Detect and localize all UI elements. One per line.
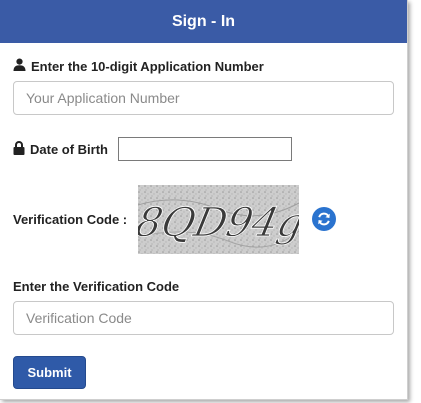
user-icon	[13, 58, 26, 74]
captcha-refresh-button[interactable]	[312, 207, 336, 231]
captcha-svg: 8QD94g	[138, 185, 299, 254]
lock-icon	[13, 140, 25, 158]
date-of-birth-input[interactable]	[118, 137, 292, 161]
verification-code-label: Verification Code :	[13, 211, 128, 227]
sign-in-header: Sign - In	[0, 0, 407, 43]
date-of-birth-label: Date of Birth	[30, 141, 108, 157]
captcha-text: 8QD94g	[138, 198, 299, 245]
application-number-label-row: Enter the 10-digit Application Number	[13, 58, 264, 74]
enter-verification-code-label: Enter the Verification Code	[13, 278, 180, 294]
verification-code-input[interactable]	[13, 301, 394, 335]
page-title: Sign - In	[171, 12, 236, 30]
application-number-input[interactable]	[13, 81, 394, 115]
captcha-image: 8QD94g	[138, 185, 299, 254]
enter-verification-code-label-row: Enter the Verification Code	[13, 278, 179, 294]
application-number-label: Enter the 10-digit Application Number	[31, 58, 264, 74]
refresh-icon	[316, 211, 332, 227]
verification-code-label-row: Verification Code :	[13, 211, 127, 227]
submit-button[interactable]: Submit	[13, 356, 86, 389]
date-of-birth-label-row: Date of Birth	[13, 140, 108, 158]
sign-in-card: Sign - In Enter the 10-digit Application…	[0, 0, 408, 400]
